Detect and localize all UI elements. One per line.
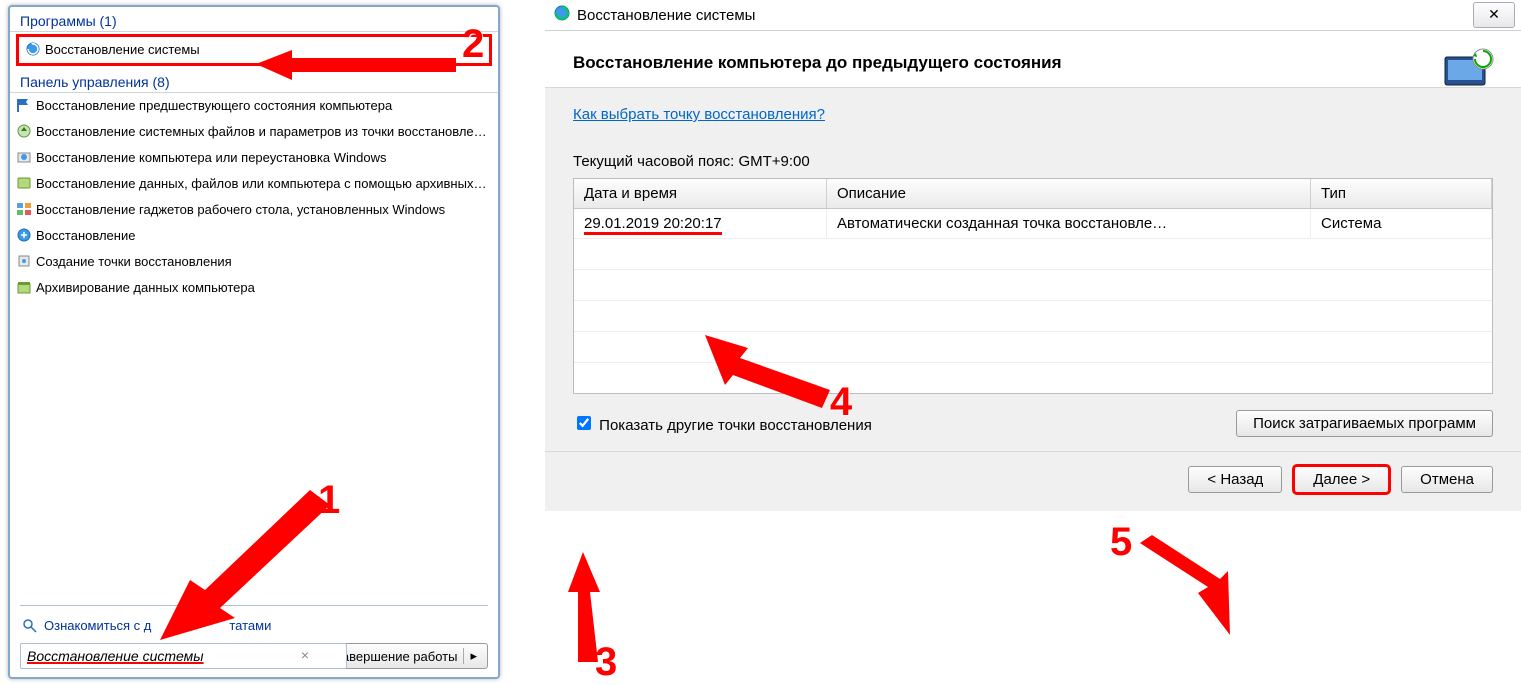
table-row (574, 238, 1492, 269)
next-button[interactable]: Далее > (1294, 466, 1389, 493)
annotation-3: 3 (595, 640, 617, 685)
separator (20, 605, 488, 606)
control-panel-header: Панель управления (8) (10, 68, 498, 93)
table-row[interactable]: 29.01.2019 20:20:17 Автоматически создан… (574, 209, 1492, 238)
cp-item-0[interactable]: Восстановление предшествующего состояния… (10, 93, 498, 119)
wizard-heading: Восстановление компьютера до предыдущего… (573, 53, 1493, 73)
restore-points-table: Дата и время Описание Тип 29.01.2019 20:… (573, 178, 1493, 394)
backup-icon (16, 175, 32, 191)
cp-item-1[interactable]: Восстановление системных файлов и параме… (10, 119, 498, 145)
annotation-4: 4 (830, 380, 852, 425)
restore-point-type: Система (1311, 209, 1492, 238)
cp-item-5[interactable]: Восстановление (10, 223, 498, 249)
restore-monitor-icon (1441, 47, 1497, 93)
cp-item-4[interactable]: Восстановление гаджетов рабочего стола, … (10, 197, 498, 223)
affected-programs-button[interactable]: Поиск затрагиваемых программ (1236, 410, 1493, 437)
cp-item-3[interactable]: Восстановление данных, файлов или компью… (10, 171, 498, 197)
table-row (574, 269, 1492, 300)
restore-point-desc: Автоматически созданная точка восстановл… (827, 209, 1311, 238)
search-icon (22, 618, 38, 637)
recovery-icon (16, 227, 32, 243)
cp-item-6[interactable]: Создание точки восстановления (10, 249, 498, 275)
show-other-points-checkbox[interactable]: Показать другие точки восстановления (573, 413, 872, 434)
search-box: × (20, 643, 315, 669)
gadgets-icon (16, 201, 32, 217)
annotation-2: 2 (462, 22, 484, 67)
close-button[interactable]: ✕ (1473, 2, 1515, 28)
window-title-bar: Восстановление системы ✕ (545, 0, 1521, 31)
table-row (574, 362, 1492, 393)
highlighted-system-restore: Восстановление системы (16, 34, 492, 66)
recovery-icon (16, 149, 32, 165)
wizard-footer: < Назад Далее > Отмена (545, 452, 1521, 511)
annotation-5: 5 (1110, 520, 1132, 565)
table-header-date[interactable]: Дата и время (574, 179, 827, 208)
wizard-header: Восстановление компьютера до предыдущего… (545, 31, 1521, 88)
table-row (574, 331, 1492, 362)
result-system-restore-label: Восстановление системы (45, 42, 200, 57)
window-title: Восстановление системы (577, 7, 755, 24)
restore-icon (25, 41, 41, 57)
search-input[interactable] (20, 643, 347, 669)
cp-item-7[interactable]: Архивирование данных компьютера (10, 275, 498, 301)
table-row (574, 300, 1492, 331)
start-menu-search-panel: Программы (1) Восстановление системы Пан… (8, 5, 500, 679)
chevron-right-icon[interactable]: ▸ (463, 648, 477, 664)
restore-icon (553, 4, 571, 26)
restore-icon (16, 123, 32, 139)
show-other-checkbox[interactable] (577, 416, 591, 430)
help-link[interactable]: Как выбрать точку восстановления? (573, 106, 825, 123)
result-system-restore[interactable]: Восстановление системы (19, 37, 489, 63)
table-header-type[interactable]: Тип (1311, 179, 1492, 208)
cancel-button[interactable]: Отмена (1401, 466, 1493, 493)
programs-header: Программы (1) (10, 7, 498, 32)
wizard-body: Как выбрать точку восстановления? Текущи… (545, 88, 1521, 452)
cp-item-2[interactable]: Восстановление компьютера или переустано… (10, 145, 498, 171)
shutdown-button[interactable]: Завершение работы ▸ (323, 643, 488, 669)
system-restore-wizard: Восстановление системы ✕ Восстановление … (545, 0, 1521, 683)
flag-icon (16, 97, 32, 113)
see-all-results-link[interactable]: Ознакомиться с дXXXXXXXXXтатами (20, 616, 488, 643)
annotation-1: 1 (318, 478, 340, 523)
clear-search-icon[interactable]: × (301, 647, 309, 663)
restore-point-icon (16, 253, 32, 269)
table-header-desc[interactable]: Описание (827, 179, 1311, 208)
archive-icon (16, 279, 32, 295)
back-button[interactable]: < Назад (1188, 466, 1282, 493)
start-menu-bottom: Ознакомиться с дXXXXXXXXXтатами × Заверш… (10, 597, 498, 677)
timezone-label: Текущий часовой пояс: GMT+9:00 (573, 153, 1493, 170)
restore-point-date: 29.01.2019 20:20:17 (584, 215, 722, 235)
